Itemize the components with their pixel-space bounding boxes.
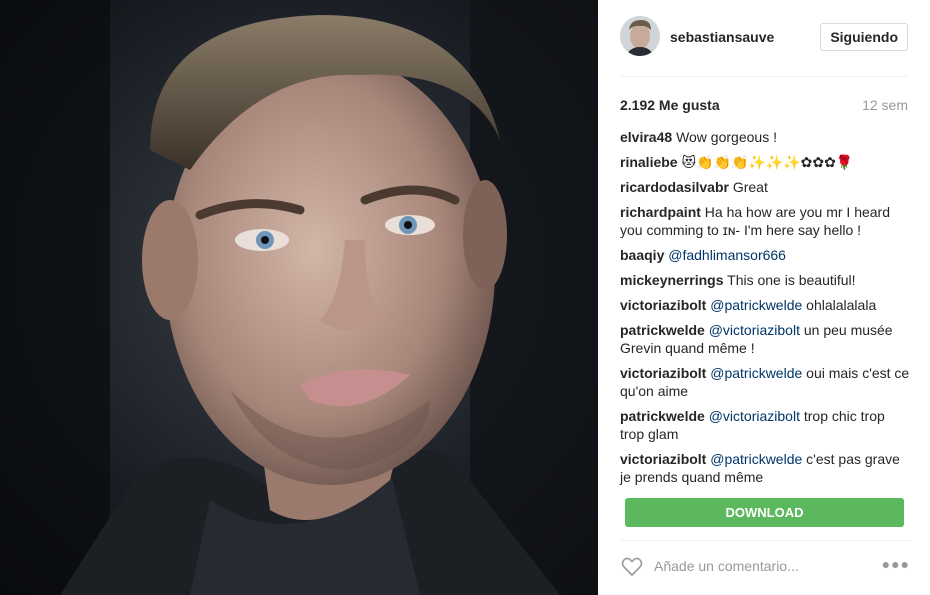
- comment-item: victoriazibolt @patrickwelde c'est pas g…: [620, 450, 912, 486]
- comment-mention[interactable]: @patrickwelde: [710, 451, 802, 467]
- comment-item: richardpaint Ha ha how are you mr I hear…: [620, 203, 912, 239]
- comment-username[interactable]: victoriazibolt: [620, 297, 706, 313]
- comment-mention[interactable]: @patrickwelde: [710, 297, 802, 313]
- comment-username[interactable]: patrickwelde: [620, 322, 705, 338]
- comment-item: victoriazibolt @patrickwelde ohlalalalal…: [620, 296, 912, 314]
- comment-mention[interactable]: @fadhlimansor666: [668, 247, 786, 263]
- post-photo[interactable]: [0, 0, 598, 595]
- comment-username[interactable]: baaqiy: [620, 247, 664, 263]
- comment-item: elvira48 Wow gorgeous !: [620, 128, 912, 146]
- comment-item: victoriazibolt @patrickwelde oui mais c'…: [620, 364, 912, 400]
- post-details: sebastiansauve Siguiendo 2.192 Me gusta …: [598, 0, 930, 595]
- likes-count[interactable]: 2.192 Me gusta: [620, 97, 720, 113]
- likes-row: 2.192 Me gusta 12 sem: [620, 97, 908, 113]
- comment-username[interactable]: victoriazibolt: [620, 451, 706, 467]
- avatar[interactable]: [620, 16, 660, 56]
- comment-username[interactable]: victoriazibolt: [620, 365, 706, 381]
- comment-text: Great: [732, 179, 768, 195]
- comment-text: ohlalalalala: [806, 297, 877, 313]
- comment-item: patrickwelde @victoriazibolt trop chic t…: [620, 407, 912, 443]
- heart-icon[interactable]: [620, 554, 644, 578]
- comment-text: 😻👏👏👏✨✨✨✿✿✿🌹: [681, 154, 854, 170]
- comment-mention[interactable]: @patrickwelde: [710, 365, 802, 381]
- comment-username[interactable]: rinaliebe: [620, 154, 678, 170]
- following-button[interactable]: Siguiendo: [820, 23, 908, 51]
- add-comment-input[interactable]: Añade un comentario...: [654, 558, 799, 574]
- post-footer: Añade un comentario... ●●●: [620, 540, 912, 591]
- download-button[interactable]: DOWNLOAD: [625, 498, 904, 527]
- comments-list: elvira48 Wow gorgeous ! rinaliebe 😻👏👏👏✨✨✨…: [620, 128, 912, 493]
- post-header: sebastiansauve Siguiendo: [620, 16, 908, 77]
- post-time[interactable]: 12 sem: [862, 97, 908, 113]
- comment-username[interactable]: ricardodasilvabr: [620, 179, 729, 195]
- username-link[interactable]: sebastiansauve: [670, 29, 774, 45]
- comment-username[interactable]: patrickwelde: [620, 408, 705, 424]
- comment-text: This one is beautiful!: [727, 272, 856, 288]
- comment-text: Wow gorgeous !: [676, 129, 777, 145]
- comment-item: patrickwelde @victoriazibolt un peu musé…: [620, 321, 912, 357]
- comment-item: ricardodasilvabr Great: [620, 178, 912, 196]
- comment-username[interactable]: richardpaint: [620, 204, 701, 220]
- comment-username[interactable]: elvira48: [620, 129, 672, 145]
- comment-username[interactable]: mickeynerrings: [620, 272, 724, 288]
- comment-mention[interactable]: @victoriazibolt: [709, 322, 800, 338]
- post-modal: sebastiansauve Siguiendo 2.192 Me gusta …: [0, 0, 930, 595]
- comment-item: rinaliebe 😻👏👏👏✨✨✨✿✿✿🌹: [620, 153, 912, 171]
- comment-item: baaqiy @fadhlimansor666: [620, 246, 912, 264]
- more-icon[interactable]: ●●●: [882, 556, 910, 572]
- comment-item: mickeynerrings This one is beautiful!: [620, 271, 912, 289]
- comment-mention[interactable]: @victoriazibolt: [709, 408, 800, 424]
